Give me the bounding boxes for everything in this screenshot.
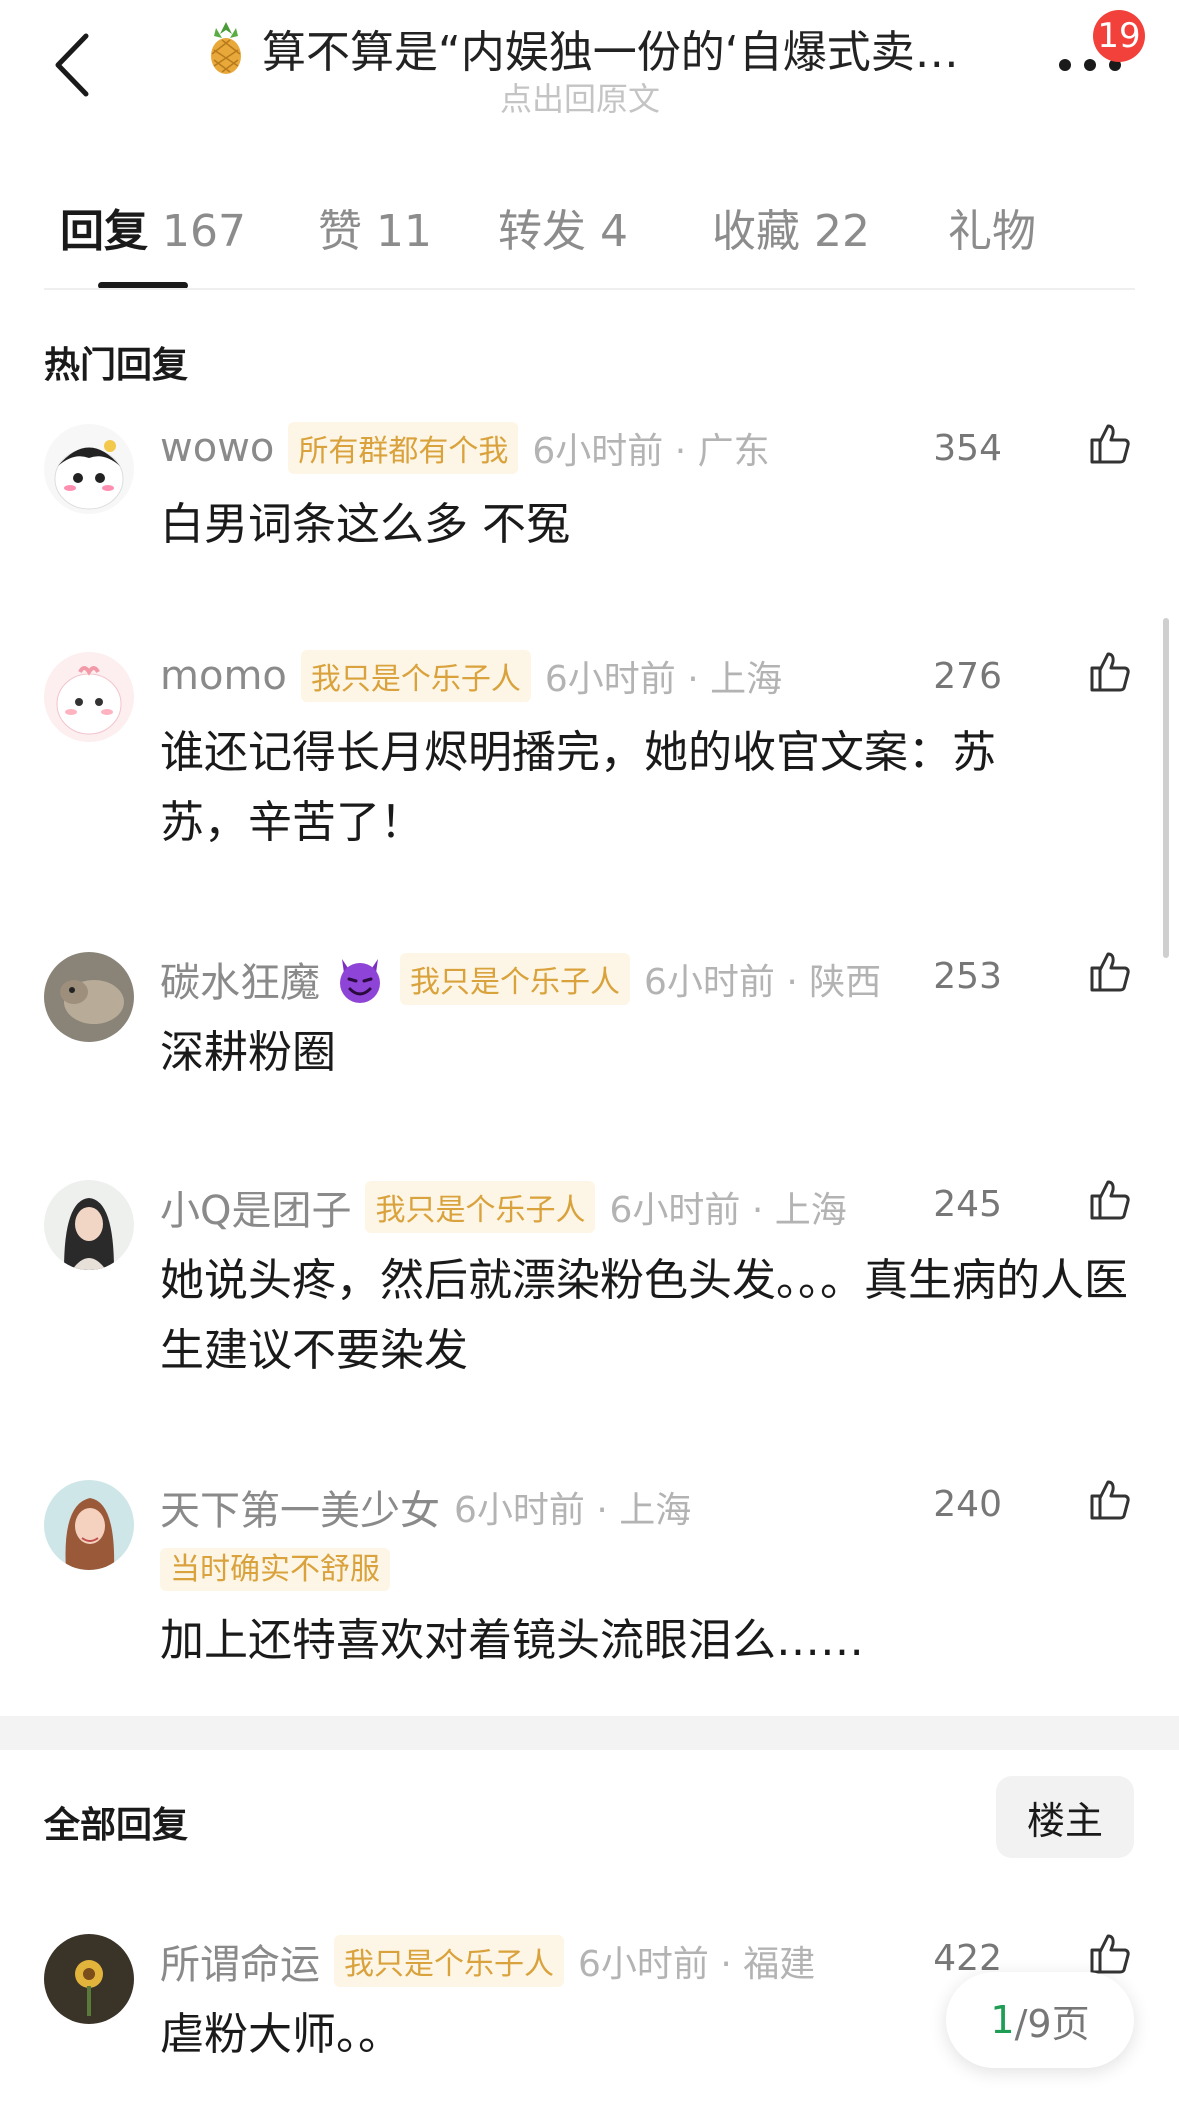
view-original-link[interactable]: 点出回原文	[500, 74, 660, 120]
comment-meta: 6小时前 · 上海	[609, 1190, 847, 1231]
tab-label: 赞	[318, 206, 362, 257]
username[interactable]: 所谓命运	[160, 1932, 320, 1990]
tab-likes[interactable]: 赞 11	[318, 195, 432, 259]
thumbs-up-icon[interactable]	[1086, 648, 1134, 696]
username[interactable]: wowo	[160, 425, 274, 471]
avatar	[44, 1480, 134, 1570]
devil-emoji-icon	[340, 959, 380, 1003]
comment-meta: 6小时前 · 福建	[578, 1944, 816, 1985]
comment-meta: 6小时前 · 陕西	[644, 962, 882, 1003]
avatar	[44, 952, 134, 1042]
like-count: 276	[933, 656, 1002, 697]
tab-count: 4	[600, 206, 628, 257]
avatar	[44, 1180, 134, 1270]
current-page: 1	[990, 1998, 1015, 2042]
comment-item[interactable]: 天下第一美少女 6小时前 · 上海 240 当时确实不舒服 加上还特喜欢对着镜头…	[0, 1456, 1179, 1696]
comment-text: 她说头疼，然后就漂染粉色头发。。。真生病的人医生建议不要染发	[160, 1255, 1128, 1376]
like-count: 253	[933, 956, 1002, 997]
thumbs-up-icon[interactable]	[1086, 1476, 1134, 1524]
like-count: 354	[933, 428, 1002, 469]
tab-label: 转发	[498, 206, 586, 257]
user-tag: 我只是个乐子人	[400, 953, 630, 1005]
tab-count: 22	[814, 206, 870, 257]
comment-text: 谁还记得长月烬明播完，她的收官文案：苏苏，辛苦了！	[160, 727, 996, 848]
tab-label: 礼物	[948, 206, 1036, 257]
pineapple-icon	[211, 22, 241, 74]
tab-label: 收藏	[712, 206, 800, 257]
comment-meta: 6小时前 · 上海	[454, 1490, 692, 1531]
thumbs-up-icon[interactable]	[1086, 420, 1134, 468]
tab-favorites[interactable]: 收藏 22	[712, 195, 870, 259]
avatar	[44, 424, 134, 514]
divider	[44, 288, 1135, 290]
comment-item[interactable]: momo 我只是个乐子人 6小时前 · 上海 276 谁还记得长月烬明播完，她的…	[0, 628, 1179, 868]
comment-text: 深耕粉圈	[160, 1027, 336, 1078]
username[interactable]: 小Q是团子	[160, 1178, 351, 1236]
post-title-text: 算不算是“内娱独一份的‘自爆式卖…	[262, 27, 959, 76]
owner-only-button[interactable]: 楼主	[996, 1776, 1134, 1858]
user-tag: 所有群都有个我	[288, 422, 519, 474]
like-count: 240	[933, 1484, 1002, 1525]
section-divider	[0, 1716, 1179, 1750]
all-replies-title: 全部回复	[44, 1805, 189, 1846]
user-tag: 我只是个乐子人	[300, 650, 531, 702]
comment-meta: 6小时前 · 广东	[532, 431, 770, 472]
username[interactable]: 碳水狂魔	[160, 950, 320, 1008]
tab-gifts[interactable]: 礼物	[948, 195, 1036, 259]
total-pages: /9页	[1014, 2001, 1090, 2046]
avatar	[44, 1934, 134, 2024]
like-count: 245	[933, 1184, 1002, 1225]
comment-meta: 6小时前 · 上海	[544, 659, 783, 700]
comment-text: 加上还特喜欢对着镜头流眼泪么……	[160, 1615, 864, 1666]
thumbs-up-icon[interactable]	[1086, 948, 1134, 996]
user-tag: 当时确实不舒服	[160, 1548, 390, 1591]
username[interactable]: 天下第一美少女	[160, 1478, 440, 1536]
post-title[interactable]: 算不算是“内娱独一份的‘自爆式卖…	[200, 20, 990, 76]
thumbs-up-icon[interactable]	[1086, 1176, 1134, 1224]
tab-replies[interactable]: 回复 167	[60, 195, 246, 259]
hot-replies-title: 热门回复	[44, 345, 189, 386]
tab-count: 167	[162, 206, 246, 257]
user-tag: 我只是个乐子人	[334, 1935, 564, 1987]
tab-count: 11	[376, 206, 432, 257]
comment-item[interactable]: 小Q是团子 我只是个乐子人 6小时前 · 上海 245 她说头疼，然后就漂染粉色…	[0, 1156, 1179, 1396]
notification-badge: 19	[1093, 10, 1145, 62]
comment-item[interactable]: 碳水狂魔 我只是个乐子人 6小时前 · 陕西 253 深耕粉圈	[0, 928, 1179, 1108]
comment-item[interactable]: wowo 所有群都有个我 6小时前 · 广东 354 白男词条这么多 不冤	[0, 400, 1179, 580]
username[interactable]: momo	[160, 653, 287, 699]
pagination-indicator[interactable]: 1 /9页	[946, 1972, 1134, 2068]
user-tag: 我只是个乐子人	[365, 1181, 596, 1233]
avatar	[44, 652, 134, 742]
comment-text: 白男词条这么多 不冤	[160, 499, 570, 550]
back-arrow-icon[interactable]	[48, 30, 98, 100]
tab-label: 回复	[60, 206, 148, 257]
tab-reposts[interactable]: 转发 4	[498, 195, 628, 259]
thumbs-up-icon[interactable]	[1086, 1930, 1134, 1978]
scrollbar[interactable]	[1163, 618, 1169, 958]
